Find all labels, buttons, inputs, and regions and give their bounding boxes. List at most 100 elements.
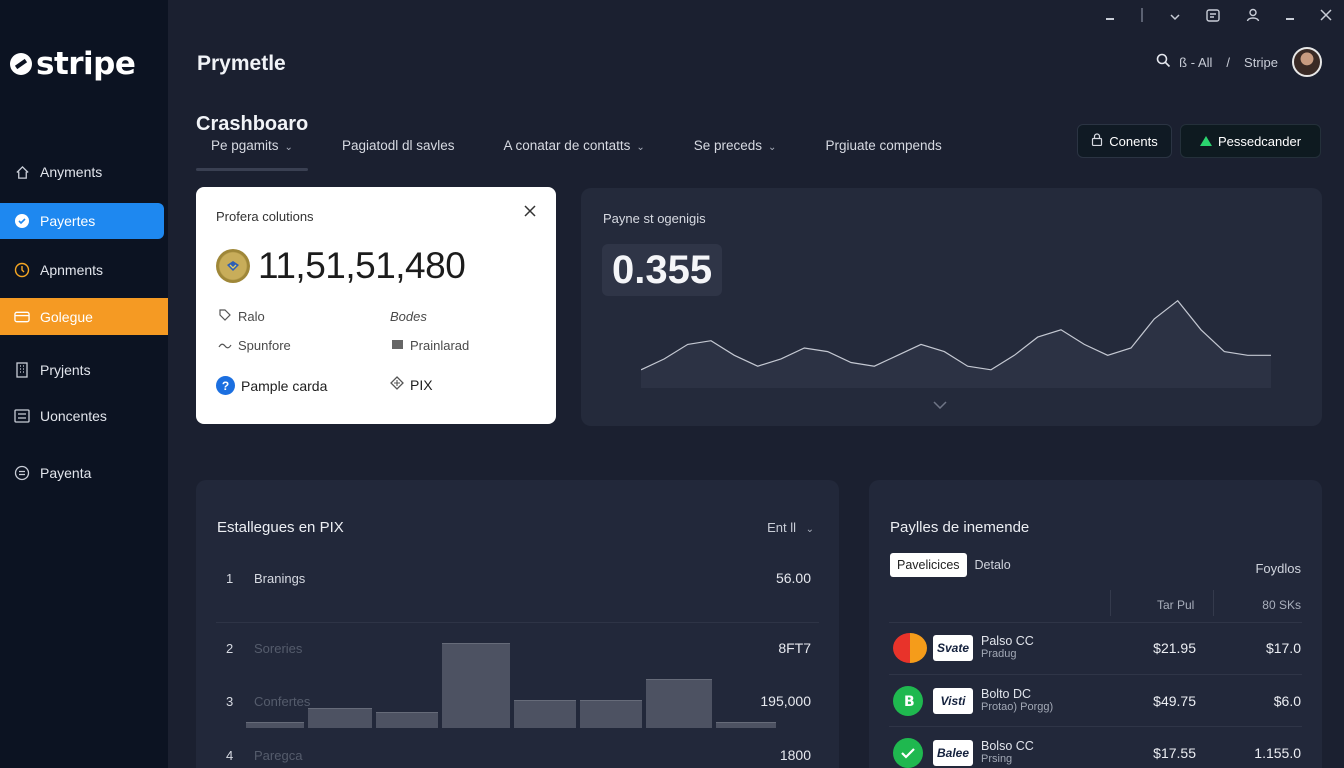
payment-row[interactable]: B Visti Bolto DC Protao) Porgg) $49.75 $… bbox=[893, 683, 1301, 719]
detail-pample-carda[interactable]: ? Pample carda bbox=[216, 376, 327, 395]
sidebar-item-label: Apnments bbox=[40, 262, 104, 278]
page-title: Prymetle bbox=[197, 52, 286, 75]
payment-fee: 1.155.0 bbox=[1254, 745, 1301, 761]
chevron-down-icon[interactable] bbox=[1170, 9, 1180, 24]
payment-sub: Pradug bbox=[981, 648, 1017, 660]
row-value: 8FT7 bbox=[778, 640, 811, 656]
payment-amount: $21.95 bbox=[1153, 640, 1196, 656]
tab-label: Pe pgamits bbox=[211, 138, 279, 153]
balance-amount: 11,51,51,480 bbox=[216, 245, 466, 287]
sidebar-item-label: Pryjents bbox=[40, 362, 91, 378]
payment-amount: $49.75 bbox=[1153, 693, 1196, 709]
sidebar-item-pryjents[interactable]: Pryjents bbox=[0, 352, 168, 388]
payment-row[interactable]: Svate Palso CC Pradug $21.95 $17.0 bbox=[893, 630, 1301, 666]
amount-value: 11,51,51,480 bbox=[258, 245, 466, 286]
row-divider bbox=[889, 622, 1302, 623]
wave-icon bbox=[218, 339, 232, 353]
detail-label: Prainlarad bbox=[410, 338, 470, 353]
minimize-window-icon[interactable] bbox=[1286, 9, 1294, 24]
user-icon[interactable] bbox=[1246, 8, 1260, 25]
sidebar-item-anyments[interactable]: Anyments bbox=[0, 154, 168, 190]
segmented-control: Pavelicices Detalo bbox=[890, 553, 1011, 577]
search-scope[interactable]: ß - All bbox=[1179, 55, 1212, 70]
detail-pix[interactable]: PIX bbox=[390, 376, 433, 393]
help-icon: ? bbox=[216, 376, 235, 395]
row-divider bbox=[889, 726, 1302, 727]
detail-ralo[interactable]: Ralo bbox=[218, 309, 265, 324]
window-controls bbox=[1106, 8, 1332, 25]
payment-info: Palso CC Pradug bbox=[981, 635, 1091, 661]
sidebar-item-payertes[interactable]: Payertes bbox=[0, 203, 164, 239]
sidebar-item-payenta[interactable]: Payenta bbox=[0, 455, 168, 491]
minimize-icon[interactable] bbox=[1106, 9, 1114, 24]
detail-label: Bodes bbox=[390, 309, 427, 324]
table-row[interactable]: 1 Branings 56.00 bbox=[226, 570, 811, 586]
filter-label: Ent ll bbox=[767, 520, 796, 535]
sidebar: stripe Anyments Payertes Apnments Golegu… bbox=[0, 0, 168, 768]
stripe-logo[interactable]: stripe bbox=[10, 46, 136, 82]
tab-label: Prgiuate compends bbox=[825, 138, 942, 153]
tab-compends[interactable]: Prgiuate compends bbox=[825, 138, 956, 171]
card-title: Paylles de inemende bbox=[890, 519, 1030, 536]
avatar[interactable] bbox=[1292, 47, 1322, 77]
account-name[interactable]: Stripe bbox=[1244, 55, 1278, 70]
chevron-down-icon[interactable] bbox=[933, 398, 947, 412]
folder-icon bbox=[390, 339, 404, 353]
button-label: Pessedcander bbox=[1217, 133, 1302, 149]
tab-pe-pgamits[interactable]: Pe pgamits ⌄ bbox=[196, 138, 308, 171]
tab-pagiatodl[interactable]: Pagiatodl dl savles bbox=[342, 138, 470, 171]
filter-dropdown[interactable]: Ent ll ⌄ bbox=[767, 520, 814, 535]
row-rank: 1 bbox=[226, 570, 234, 586]
chevron-down-icon: ⌄ bbox=[284, 142, 293, 153]
calendar-icon[interactable] bbox=[1206, 8, 1220, 25]
table-row[interactable]: 4 Paregca 1800 bbox=[226, 747, 811, 763]
detail-prainlarad[interactable]: Prainlarad bbox=[390, 338, 469, 353]
ranking-bar bbox=[308, 708, 372, 728]
sidebar-item-golegue[interactable]: Golegue bbox=[0, 298, 168, 335]
sidebar-item-uoncentes[interactable]: Uoncentes bbox=[0, 398, 168, 434]
tab-label: Pagiatodl dl savles bbox=[341, 138, 455, 153]
brand-badge: Balee bbox=[933, 740, 973, 766]
card-title: Estallegues en PIX bbox=[217, 519, 344, 536]
primary-action-button[interactable]: Pessedcander bbox=[1180, 124, 1321, 158]
chevron-down-icon: ⌄ bbox=[768, 142, 777, 153]
payment-sub: Prsing bbox=[981, 753, 1013, 765]
account-bar: ß - All / Stripe bbox=[1156, 47, 1322, 77]
column-divider bbox=[1213, 590, 1214, 616]
tab-preceds[interactable]: Se preceds ⌄ bbox=[694, 138, 792, 171]
payment-row[interactable]: Balee Bolso CC Prsing $17.55 1.155.0 bbox=[893, 735, 1301, 768]
segment-active[interactable]: Pavelicices bbox=[890, 553, 967, 577]
tab-label: Se preceds bbox=[693, 138, 763, 153]
sidebar-item-label: Anyments bbox=[40, 164, 103, 180]
column-divider bbox=[1110, 590, 1111, 616]
payment-name: Palso CC bbox=[981, 634, 1034, 648]
payment-fee: $17.0 bbox=[1265, 640, 1301, 656]
close-icon[interactable] bbox=[524, 204, 536, 222]
coin-icon bbox=[14, 465, 30, 481]
payment-info: Bolto DC Protao) Porgg) bbox=[981, 688, 1091, 714]
lock-icon bbox=[1091, 133, 1103, 149]
segment-detalo[interactable]: Detalo bbox=[975, 558, 1011, 572]
ranking-bar bbox=[376, 711, 438, 728]
brand-badge: Svate bbox=[933, 635, 973, 661]
button-label: Conents bbox=[1109, 133, 1158, 149]
payments-card: Paylles de inemende Pavelicices Detalo F… bbox=[869, 480, 1322, 768]
row-label: Paregca bbox=[254, 747, 303, 763]
sidebar-item-apnments[interactable]: Apnments bbox=[0, 252, 168, 288]
detail-bodes: Bodes bbox=[390, 309, 427, 324]
close-icon[interactable] bbox=[1320, 9, 1332, 24]
search-icon[interactable] bbox=[1156, 53, 1171, 71]
table-row[interactable]: 2 Soreries 8FT7 bbox=[226, 640, 811, 656]
row-value: 1800 bbox=[779, 747, 811, 763]
stripe-logo-icon bbox=[10, 53, 32, 75]
table-row[interactable]: 3 Confertes 195,000 bbox=[226, 693, 811, 709]
payment-sub: Protao) Porgg) bbox=[981, 701, 1054, 713]
contents-button[interactable]: Conents bbox=[1077, 124, 1172, 158]
tab-conatar[interactable]: A conatar de contatts ⌄ bbox=[504, 138, 660, 171]
detail-spunfore[interactable]: Spunfore bbox=[218, 338, 291, 353]
row-divider bbox=[216, 622, 819, 623]
payment-name: Bolso CC bbox=[981, 739, 1034, 753]
payment-fee: $6.0 bbox=[1273, 693, 1301, 709]
breadcrumb-separator: / bbox=[1226, 54, 1231, 70]
column-header: Tar Pul bbox=[1157, 598, 1195, 612]
